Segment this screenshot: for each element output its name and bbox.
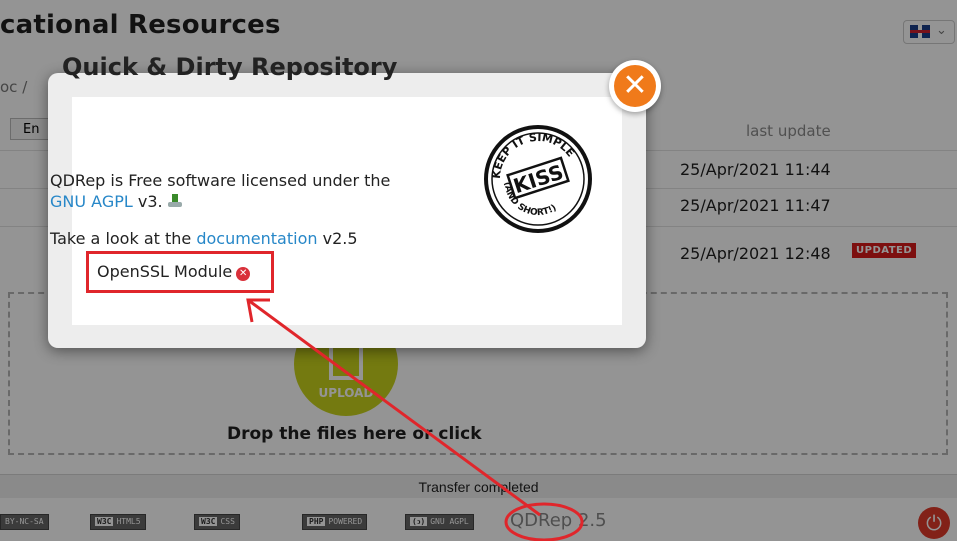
- license-text: QDRep is Free software licensed under th…: [50, 171, 391, 190]
- license-suffix: v3.: [132, 192, 163, 211]
- doc-prefix: Take a look at the: [50, 229, 197, 248]
- kiss-stamp-logo: KEEP IT SIMPLE (AND SHORT!) KISS: [484, 125, 592, 233]
- documentation-link[interactable]: documentation: [196, 229, 317, 248]
- modal-close-button[interactable]: ✕: [609, 60, 661, 112]
- doc-suffix: v2.5: [317, 229, 358, 248]
- annotation-highlight-box: [86, 251, 274, 293]
- modal-title: Quick & Dirty Repository: [62, 53, 398, 81]
- doc-line: Take a look at the documentation v2.5: [50, 229, 358, 248]
- agpl-link[interactable]: GNU AGPL: [50, 192, 133, 211]
- license-line-2: GNU AGPL v3.: [50, 192, 183, 211]
- close-icon: ✕: [614, 65, 656, 107]
- download-icon[interactable]: [167, 194, 183, 208]
